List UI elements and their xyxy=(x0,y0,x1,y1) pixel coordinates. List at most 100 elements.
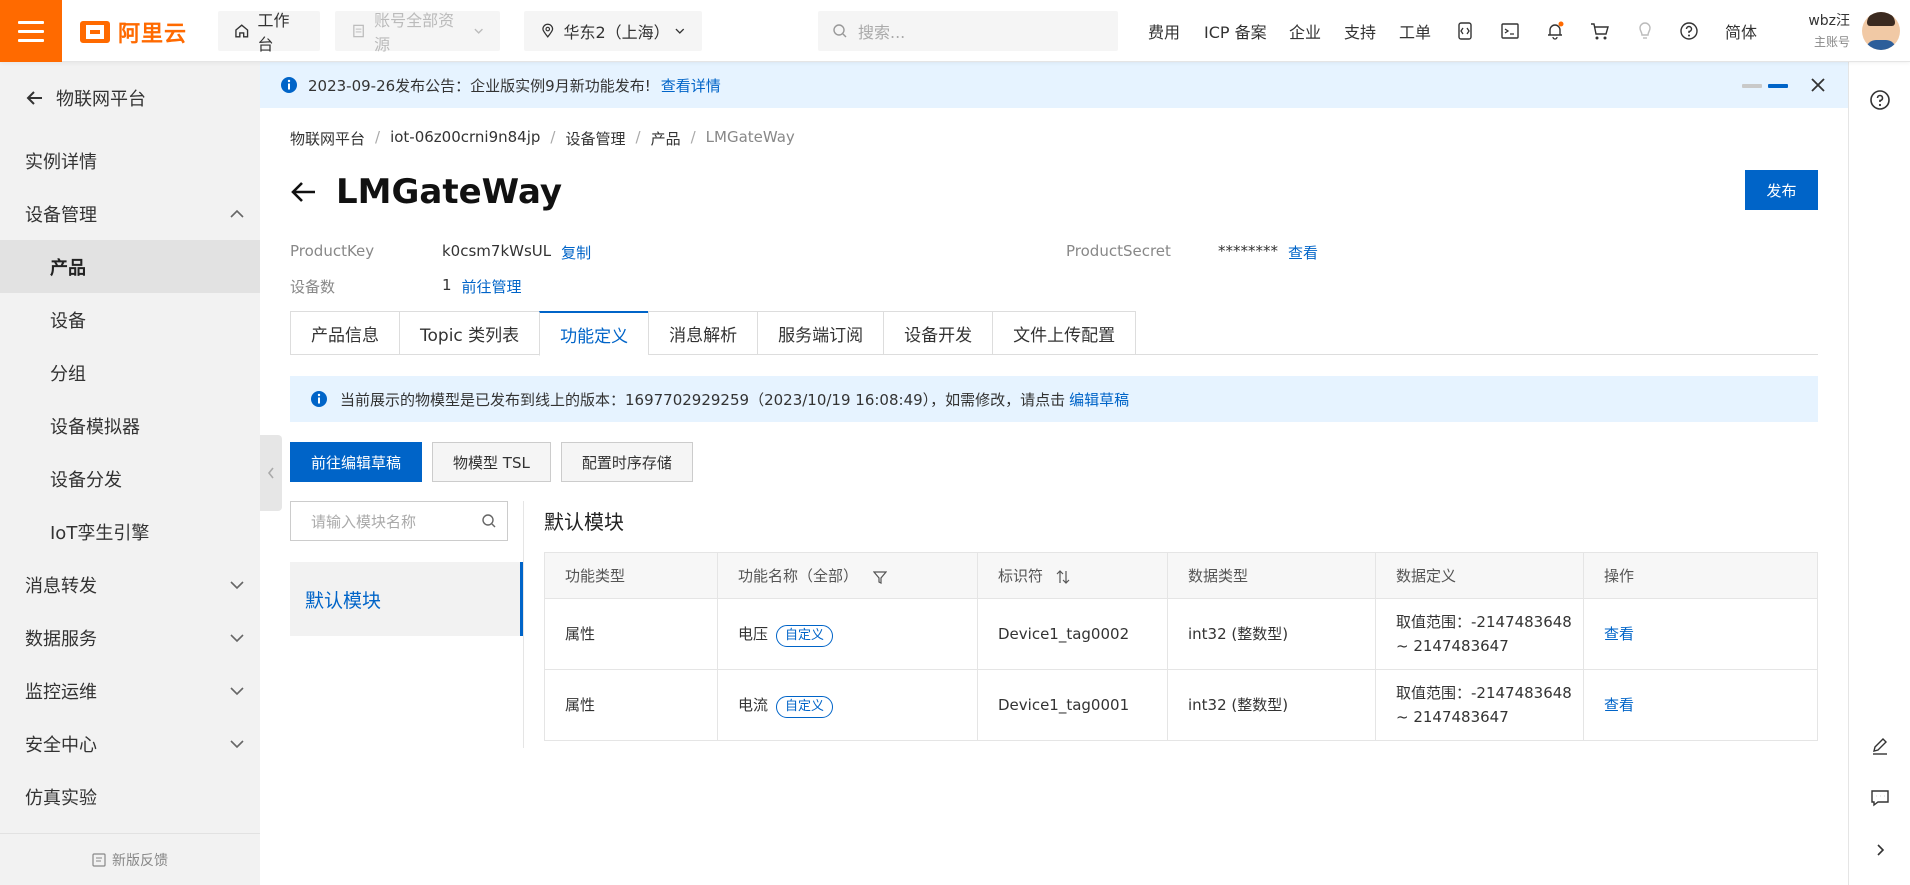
feedback-button[interactable]: 新版反馈 xyxy=(0,833,260,885)
nav-support-label: 支持 xyxy=(1344,23,1377,42)
sidebar-item[interactable]: 设备模拟器 xyxy=(0,399,260,452)
region-selector[interactable]: 华东2（上海） xyxy=(524,11,702,51)
resource-label: 账号全部资源 xyxy=(374,11,455,54)
nav-enterprise[interactable]: 企业 xyxy=(1289,0,1321,62)
breadcrumb-item[interactable]: 设备管理 xyxy=(565,128,625,149)
tsl-button[interactable]: 物模型 TSL xyxy=(432,442,551,482)
chevron-right-icon[interactable] xyxy=(1868,838,1892,862)
workbench-button[interactable]: 工作台 xyxy=(218,11,320,54)
sidebar-item[interactable]: 仿真实验 xyxy=(0,770,260,823)
arrow-left-icon xyxy=(26,91,42,105)
sidebar-item[interactable]: 分组 xyxy=(0,346,260,399)
avatar[interactable] xyxy=(1862,12,1900,50)
module-item-default[interactable]: 默认模块 xyxy=(290,562,523,636)
sidebar-item[interactable]: 产品 xyxy=(0,240,260,293)
tab[interactable]: 文件上传配置 xyxy=(992,311,1137,355)
global-search-input[interactable]: 搜索... xyxy=(818,11,1118,51)
resource-selector[interactable]: 账号全部资源 xyxy=(335,11,500,54)
cart-icon[interactable] xyxy=(1588,19,1612,43)
terminal-icon[interactable] xyxy=(1498,19,1522,43)
nav-icp[interactable]: ICP 备案 xyxy=(1204,0,1267,62)
copy-link[interactable]: 复制 xyxy=(561,242,591,263)
sidebar-item-label: 产品 xyxy=(50,257,86,279)
help-circle-icon[interactable] xyxy=(1868,88,1892,112)
definition-line: 取值范围：-2147483648 xyxy=(1396,613,1572,631)
breadcrumb-item[interactable]: 产品 xyxy=(651,128,681,149)
tab[interactable]: 设备开发 xyxy=(883,311,993,355)
col-header-identifier[interactable]: 标识符 xyxy=(977,552,1168,599)
comment-icon[interactable] xyxy=(1868,786,1892,810)
pager-dot[interactable] xyxy=(1742,84,1762,88)
tab[interactable]: 服务端订阅 xyxy=(757,311,884,355)
cell-definition: 取值范围：-2147483648 ~ 2147483647 xyxy=(1375,598,1584,670)
tab[interactable]: 功能定义 xyxy=(539,311,649,356)
menu-icon[interactable] xyxy=(0,0,62,62)
cell-action: 查看 xyxy=(1583,669,1818,741)
sidebar-item[interactable]: 设备 xyxy=(0,293,260,346)
cell-datatype: int32 (整数型) xyxy=(1167,669,1376,741)
view-link[interactable]: 查看 xyxy=(1604,696,1634,714)
nav-ticket[interactable]: 工单 xyxy=(1399,0,1431,62)
module-search-input[interactable]: 请输入模块名称 xyxy=(290,501,508,541)
product-key-label: ProductKey xyxy=(290,242,375,260)
nav-icp-label: ICP 备案 xyxy=(1204,23,1267,42)
sidebar-item[interactable]: IoT孪生引擎 xyxy=(0,505,260,558)
help-icon[interactable] xyxy=(1677,19,1701,43)
sidebar-item[interactable]: 实例详情 xyxy=(0,134,260,187)
region-label: 华东2（上海） xyxy=(563,23,670,42)
nav-fees[interactable]: 费用 xyxy=(1148,0,1180,62)
sidebar-item[interactable]: 安全中心 xyxy=(0,717,260,770)
pager-dot-active[interactable] xyxy=(1768,84,1788,88)
tab[interactable]: 产品信息 xyxy=(290,311,399,355)
sidebar-collapse-handle[interactable] xyxy=(260,435,282,511)
filter-icon[interactable] xyxy=(872,570,888,584)
workbench-label: 工作台 xyxy=(257,11,290,54)
sidebar-item-label: 设备模拟器 xyxy=(50,416,140,438)
sidebar-item[interactable]: 设备分发 xyxy=(0,452,260,505)
module-search-placeholder: 请输入模块名称 xyxy=(311,512,417,531)
feedback-label: 新版反馈 xyxy=(112,852,168,869)
publish-button[interactable]: 发布 xyxy=(1745,170,1818,210)
breadcrumb-item[interactable]: iot-06z00crni9n84jp xyxy=(390,128,540,149)
nav-support[interactable]: 支持 xyxy=(1344,0,1376,62)
sidebar-item-label: 安全中心 xyxy=(25,734,97,756)
cell-name: 电流 自定义 xyxy=(717,669,978,741)
user-info[interactable]: wbz汪 主账号 xyxy=(1770,10,1850,50)
breadcrumb-item[interactable]: 物联网平台 xyxy=(290,128,365,149)
sidebar-item[interactable]: 消息转发 xyxy=(0,558,260,611)
cell-identifier: Device1_tag0002 xyxy=(977,598,1168,670)
back-arrow-icon[interactable] xyxy=(290,178,318,206)
col-header-name[interactable]: 功能名称（全部） xyxy=(717,552,978,599)
bell-icon[interactable] xyxy=(1543,19,1567,43)
aliyun-logo[interactable]: 阿里云 xyxy=(80,16,187,48)
breadcrumb-separator: / xyxy=(550,128,556,146)
sidebar-back-title[interactable]: 物联网平台 xyxy=(0,62,260,134)
tab[interactable]: 消息解析 xyxy=(648,311,758,355)
storage-config-button[interactable]: 配置时序存储 xyxy=(560,442,693,482)
sidebar-item[interactable]: 数据服务 xyxy=(0,611,260,664)
product-key-value: k0csm7kWsUL xyxy=(442,242,552,260)
edit-icon[interactable] xyxy=(1868,734,1892,758)
chevron-up-icon xyxy=(230,209,244,218)
sidebar-item[interactable]: 监控运维 xyxy=(0,664,260,717)
announcement-link[interactable]: 查看详情 xyxy=(661,75,721,96)
cell-datatype-text: int32 (整数型) xyxy=(1188,625,1289,643)
tab[interactable]: Topic 类列表 xyxy=(399,311,540,355)
chevron-left-icon xyxy=(267,467,274,479)
view-secret-link[interactable]: 查看 xyxy=(1288,242,1318,263)
sidebar-item[interactable]: 设备管理 xyxy=(0,187,260,240)
breadcrumb: 物联网平台 / iot-06z00crni9n84jp / 设备管理 / 产品 / LM… xyxy=(290,128,795,149)
device-count-row: 设备数 1 前往管理 xyxy=(290,276,522,297)
code-icon[interactable] xyxy=(1453,19,1477,43)
announcement-pager[interactable] xyxy=(1742,84,1788,88)
view-link[interactable]: 查看 xyxy=(1604,625,1634,643)
cell-type-text: 属性 xyxy=(565,696,596,714)
manage-devices-link[interactable]: 前往管理 xyxy=(462,276,522,297)
bulb-icon[interactable] xyxy=(1633,19,1657,43)
edit-draft-button[interactable]: 前往编辑草稿 xyxy=(290,442,423,482)
language-switch[interactable]: 简体 xyxy=(1725,0,1757,62)
edit-draft-link[interactable]: 编辑草稿 xyxy=(1069,389,1129,410)
sort-icon[interactable] xyxy=(1056,569,1070,584)
close-icon[interactable] xyxy=(1808,75,1828,95)
col-header: 功能类型 xyxy=(544,552,718,599)
